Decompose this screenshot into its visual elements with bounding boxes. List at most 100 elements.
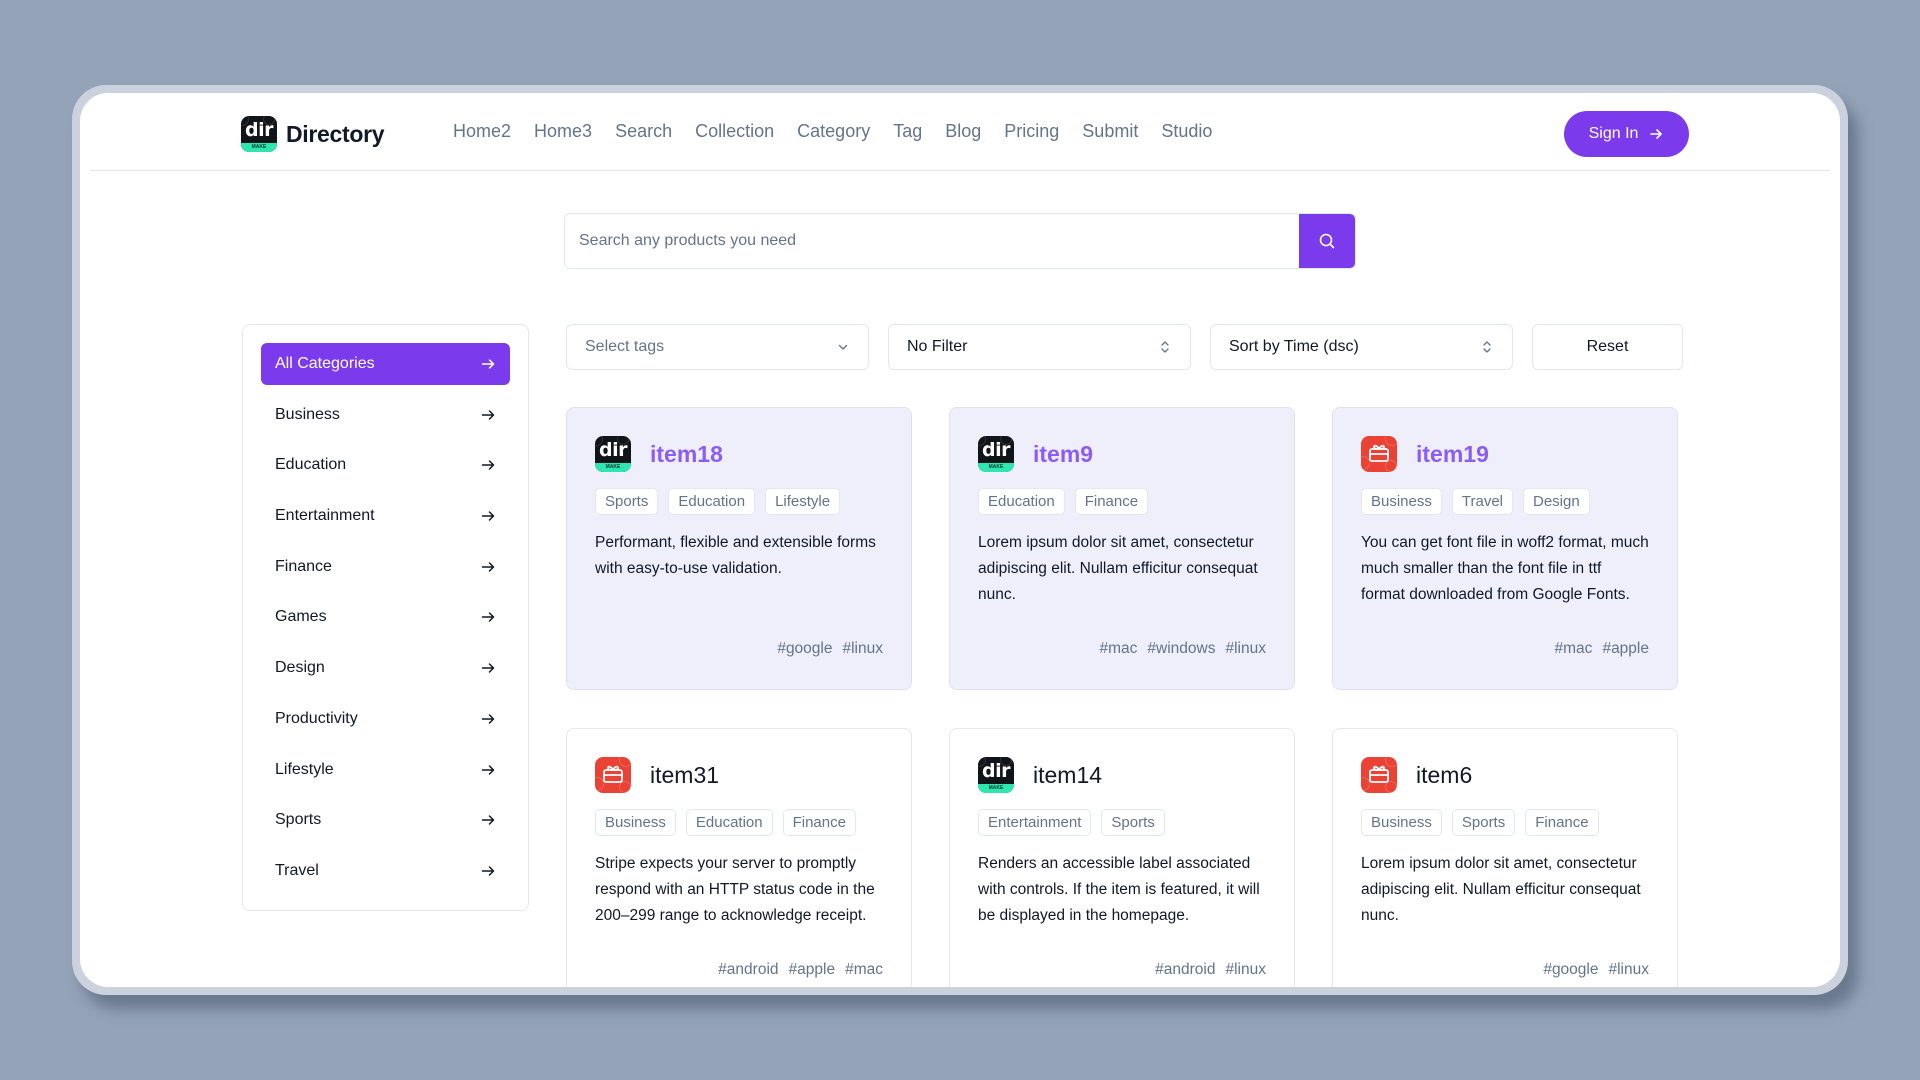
hashtag[interactable]: #apple <box>789 961 836 979</box>
item-title[interactable]: item9 <box>1033 441 1093 468</box>
sidebar-item-games[interactable]: Games <box>261 596 510 638</box>
filter-bar: Select tags No Filter Sort by Time (dsc)… <box>566 324 1683 370</box>
category-tag[interactable]: Finance <box>782 809 856 836</box>
nav-link-category[interactable]: Category <box>797 121 870 142</box>
category-tags: Business Education Finance <box>595 809 883 836</box>
sidebar-item-productivity[interactable]: Productivity <box>261 698 510 740</box>
arrow-right-icon <box>481 359 495 369</box>
item-title[interactable]: item19 <box>1416 441 1489 468</box>
category-tag[interactable]: Sports <box>1451 809 1516 836</box>
sidebar-item-design[interactable]: Design <box>261 647 510 689</box>
search-button[interactable] <box>1299 214 1355 268</box>
hash-icon: # <box>1602 640 1612 657</box>
category-tag[interactable]: Sports <box>595 488 659 515</box>
select-tags-dropdown[interactable]: Select tags <box>566 324 869 370</box>
sidebar-item-lifestyle[interactable]: Lifestyle <box>261 749 510 791</box>
sidebar-item-label: Travel <box>275 861 319 879</box>
item-title[interactable]: item31 <box>650 762 719 789</box>
nav-link-home2[interactable]: Home2 <box>453 121 511 142</box>
sidebar-item-education[interactable]: Education <box>261 444 510 486</box>
chevron-up-down-icon <box>1161 341 1169 353</box>
nav-link-collection[interactable]: Collection <box>695 121 774 142</box>
item-card[interactable]: item6 Business Sports Finance Lorem ipsum do… <box>1332 728 1678 987</box>
item-card[interactable]: dir MAKE item18 Sports Education Lifestyle Per… <box>566 407 912 690</box>
hashtag[interactable]: #linux <box>1225 961 1266 979</box>
sidebar-item-label: Finance <box>275 557 332 575</box>
sidebar-item-label: Education <box>275 456 347 474</box>
arrow-right-icon <box>481 409 495 420</box>
nav-link-studio[interactable]: Studio <box>1161 121 1212 142</box>
search-bar <box>564 213 1356 269</box>
reset-button[interactable]: Reset <box>1532 324 1683 370</box>
item-card[interactable]: dir MAKE item9 Education Finance Lorem ipsum … <box>949 407 1295 690</box>
sort-select[interactable]: Sort by Time (dsc) <box>1210 324 1513 370</box>
category-tag[interactable]: Education <box>685 809 773 836</box>
card-header: item6 <box>1361 756 1649 794</box>
category-tag[interactable]: Business <box>1361 809 1442 836</box>
sidebar-item-entertainment[interactable]: Entertainment <box>261 495 510 537</box>
hashtag[interactable]: #windows <box>1147 640 1215 658</box>
nav-link-search[interactable]: Search <box>615 121 672 142</box>
category-tag[interactable]: Entertainment <box>978 809 1092 836</box>
item-title[interactable]: item6 <box>1416 762 1472 789</box>
filter-select[interactable]: No Filter <box>888 324 1191 370</box>
hash-icon: # <box>1225 961 1235 978</box>
hashtag[interactable]: #linux <box>842 640 883 658</box>
sidebar-item-label: Lifestyle <box>275 760 334 778</box>
hash-icon: # <box>1225 640 1235 657</box>
hashtag[interactable]: #linux <box>1608 961 1649 979</box>
card-header: dir MAKE item18 <box>595 435 883 473</box>
sidebar-item-travel[interactable]: Travel <box>261 850 510 892</box>
nav-link-blog[interactable]: Blog <box>945 121 981 142</box>
hash-icon: # <box>1155 961 1164 978</box>
hashtag[interactable]: #apple <box>1602 640 1649 658</box>
dir-logo-icon: dir MAKE <box>978 757 1014 793</box>
hashtag[interactable]: #mac <box>845 961 883 979</box>
hashtag[interactable]: #android <box>1155 961 1215 979</box>
sign-in-button[interactable]: Sign In <box>1564 111 1689 157</box>
category-tag[interactable]: Sports <box>1101 809 1165 836</box>
main-nav: Home2 Home3 Search Collection Category Tag Blo… <box>453 121 1235 142</box>
hashtag[interactable]: #google <box>777 640 832 658</box>
category-tag[interactable]: Education <box>978 488 1065 515</box>
sidebar-item-all-categories[interactable]: All Categories <box>261 343 510 385</box>
hash-icon: # <box>1147 640 1157 657</box>
category-tag[interactable]: Education <box>668 488 756 515</box>
item-card[interactable]: item31 Business Education Finance Stripe exp… <box>566 728 912 987</box>
brand-name: Directory <box>286 120 385 147</box>
search-input[interactable] <box>565 214 1299 268</box>
dir-logo-icon: dir MAKE <box>978 436 1014 472</box>
sidebar-item-business[interactable]: Business <box>261 394 510 436</box>
brand-logo[interactable]: dir MAKE Directory <box>241 116 385 152</box>
item-title[interactable]: item18 <box>650 441 723 468</box>
item-title[interactable]: item14 <box>1033 762 1102 789</box>
category-tag[interactable]: Business <box>595 809 676 836</box>
sidebar-item-label: All Categories <box>275 355 375 372</box>
hashtag[interactable]: #linux <box>1225 640 1266 658</box>
nav-link-home3[interactable]: Home3 <box>534 121 592 142</box>
category-tag[interactable]: Travel <box>1451 488 1513 515</box>
category-tag[interactable]: Design <box>1523 488 1590 515</box>
item-card[interactable]: dir MAKE item14 Entertainment Sports Renders … <box>949 728 1295 987</box>
nav-link-tag[interactable]: Tag <box>893 121 922 142</box>
hashtag[interactable]: #google <box>1543 961 1598 979</box>
hashtag[interactable]: #mac <box>1099 640 1137 658</box>
nav-link-pricing[interactable]: Pricing <box>1004 121 1059 142</box>
arrow-right-icon <box>481 562 495 572</box>
item-card[interactable]: item19 Business Travel Design You can get fo… <box>1332 407 1678 690</box>
arrow-right-icon <box>481 460 495 471</box>
gift-card-icon <box>1361 757 1397 793</box>
hashtag[interactable]: #mac <box>1555 640 1593 658</box>
category-tag[interactable]: Business <box>1361 488 1442 515</box>
nav-link-submit[interactable]: Submit <box>1082 121 1138 142</box>
card-header: item31 <box>595 756 883 794</box>
filter-value: No Filter <box>907 338 968 355</box>
hash-icon: # <box>1608 961 1618 978</box>
hashtag[interactable]: #android <box>718 961 778 979</box>
category-tag[interactable]: Lifestyle <box>765 488 841 515</box>
sidebar-item-finance[interactable]: Finance <box>261 546 510 588</box>
sidebar-item-sports[interactable]: Sports <box>261 799 510 841</box>
category-tag[interactable]: Finance <box>1525 809 1599 836</box>
hashtag-list: #mac #windows #linux <box>1099 640 1266 658</box>
category-tag[interactable]: Finance <box>1074 488 1149 515</box>
